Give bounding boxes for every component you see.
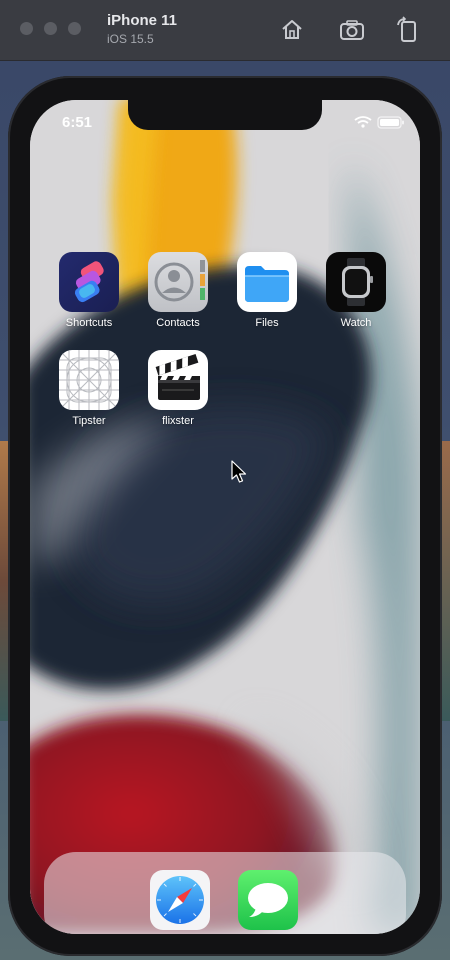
contacts-icon <box>148 252 208 312</box>
wifi-icon <box>354 116 372 128</box>
status-icons <box>354 115 406 129</box>
screenshot-icon[interactable] <box>338 16 366 44</box>
messages-icon <box>238 870 298 930</box>
app-label: Tipster <box>72 415 106 427</box>
rotate-icon[interactable] <box>394 16 422 44</box>
app-label: Shortcuts <box>65 317 113 329</box>
window-minimize-button[interactable] <box>44 22 57 35</box>
window-close-button[interactable] <box>20 22 33 35</box>
app-files[interactable]: Files <box>232 252 302 329</box>
device-name: iPhone 11 <box>107 12 178 29</box>
app-tipster[interactable]: Tipster <box>54 350 124 427</box>
home-icon[interactable] <box>278 16 306 44</box>
notch <box>128 100 322 130</box>
status-time: 6:51 <box>62 114 93 131</box>
app-contacts[interactable]: Contacts <box>143 252 213 329</box>
os-version: iOS 15.5 <box>107 32 154 46</box>
safari-icon <box>150 870 210 930</box>
app-label: flixster <box>162 415 194 427</box>
mouse-cursor-icon <box>230 460 248 484</box>
clapperboard-icon <box>148 350 208 410</box>
app-label: Watch <box>340 317 372 329</box>
wallpaper <box>30 100 420 934</box>
files-icon <box>237 252 297 312</box>
app-flixster[interactable]: flixster <box>143 350 213 427</box>
app-shortcuts[interactable]: Shortcuts <box>54 252 124 329</box>
dock <box>44 852 406 934</box>
app-label: Files <box>255 317 279 329</box>
window-zoom-button[interactable] <box>68 22 81 35</box>
watch-icon <box>326 252 386 312</box>
battery-icon <box>377 116 404 129</box>
home-screen: 6:51 Shortcuts Contacts Files Watch Tips… <box>30 100 420 934</box>
shortcuts-icon <box>59 252 119 312</box>
app-label: Contacts <box>156 317 200 329</box>
dock-app-messages[interactable] <box>238 870 298 930</box>
simulator-title-bar: iPhone 11 iOS 15.5 <box>0 0 450 61</box>
dock-app-safari[interactable] <box>150 870 210 930</box>
app-watch[interactable]: Watch <box>321 252 391 329</box>
tipster-icon <box>59 350 119 410</box>
iphone-frame: 6:51 Shortcuts Contacts Files Watch Tips… <box>8 76 442 956</box>
